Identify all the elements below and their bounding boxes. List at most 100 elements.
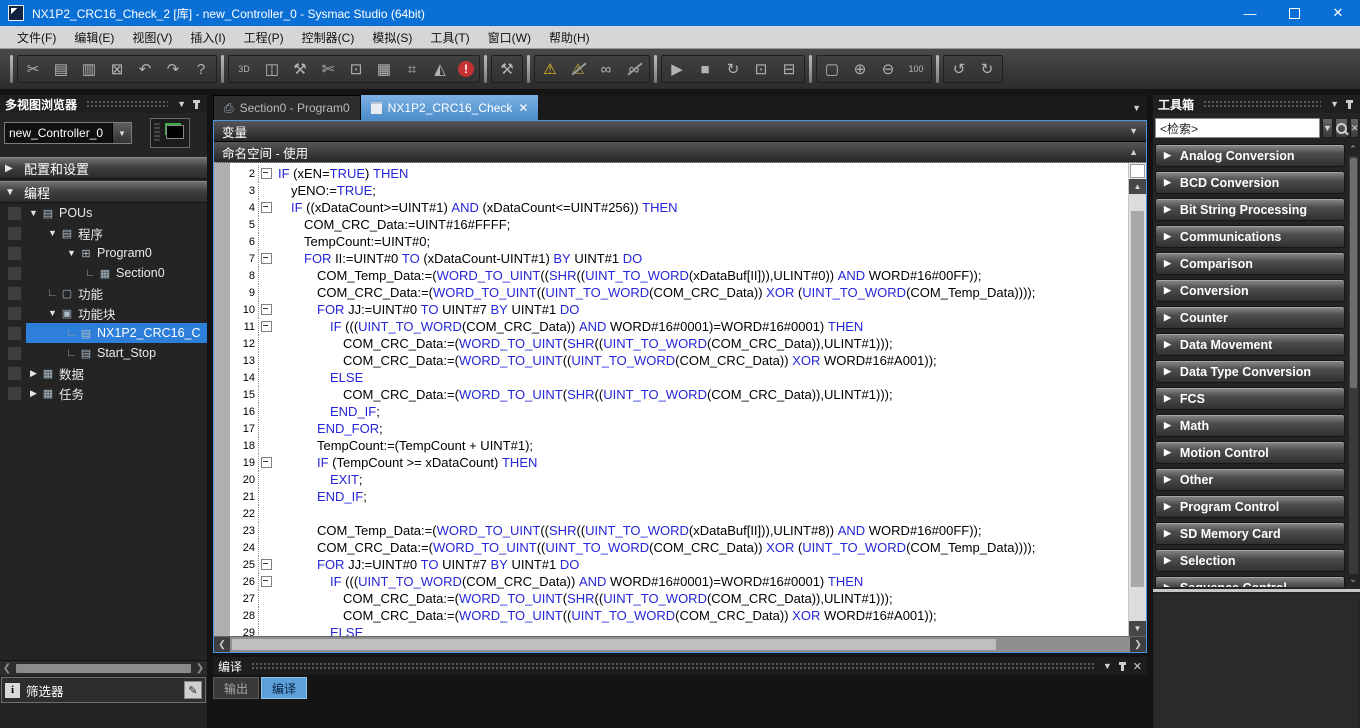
tab-nx1p2-crc16-check[interactable]: NX1P2_CRC16_Check✕	[361, 95, 539, 120]
namespace-collapse-icon[interactable]: ▲	[1129, 147, 1138, 157]
explorer-hscroll-thumb[interactable]	[16, 664, 191, 673]
fold-collapse-icon[interactable]	[261, 559, 272, 570]
variables-expand-icon[interactable]: ▼	[1129, 126, 1138, 136]
hscroll-thumb[interactable]	[232, 639, 996, 650]
tree-item--[interactable]: ▶▦数据	[0, 363, 207, 383]
zoom-fit-icon[interactable]: ▢	[822, 58, 842, 80]
restore-button[interactable]	[1272, 0, 1316, 26]
tab-close-icon[interactable]: ✕	[518, 101, 528, 115]
expander-icon[interactable]: ▶	[5, 163, 13, 174]
toolbox-category-analog-conversion[interactable]: ▶Analog Conversion	[1155, 144, 1345, 167]
tree-section-configuration[interactable]: ▶配置和设置	[0, 157, 207, 179]
expander-icon[interactable]: ▼	[46, 308, 59, 318]
vscroll-thumb[interactable]	[1131, 211, 1144, 587]
tree-item-start-stop[interactable]: ∟▤Start_Stop	[0, 343, 207, 363]
toolbox-search-input[interactable]	[1155, 118, 1320, 138]
watch-window-icon[interactable]: ⊡	[346, 58, 366, 80]
tree-item-program0[interactable]: ▼⊞Program0	[0, 243, 207, 263]
toolbox-vscrollbar[interactable]: ⌃ ⌄	[1346, 143, 1360, 587]
editor-vscrollbar[interactable]: ▲ ▼	[1128, 163, 1146, 636]
3d-view-icon[interactable]: 3D	[234, 58, 254, 80]
redo-icon[interactable]: ↷	[163, 58, 183, 80]
expander-icon[interactable]: ▼	[5, 187, 15, 198]
menu-item-v[interactable]: 视图(V)	[123, 26, 181, 48]
menu-item-c[interactable]: 控制器(C)	[293, 26, 364, 48]
zoom-100-icon[interactable]: 100	[906, 58, 926, 80]
tab-list-dropdown-icon[interactable]: ▼	[1132, 103, 1141, 113]
toolbox-category-math[interactable]: ▶Math	[1155, 414, 1345, 437]
toolbox-scroll-thumb[interactable]	[1350, 158, 1357, 388]
toolbox-category-data-type-conversion[interactable]: ▶Data Type Conversion	[1155, 360, 1345, 383]
menu-item-e[interactable]: 编辑(E)	[65, 26, 123, 48]
explorer-pin-icon[interactable]	[195, 100, 198, 109]
scroll-down-icon[interactable]: ▼	[1129, 621, 1146, 636]
expander-icon[interactable]: ▶	[27, 368, 40, 379]
tree-item-section0[interactable]: ∟▦Section0	[0, 263, 207, 283]
help-icon[interactable]: ?	[191, 58, 211, 80]
expander-icon[interactable]: ▼	[27, 208, 40, 218]
fold-collapse-icon[interactable]	[261, 168, 272, 179]
search-dropdown-icon[interactable]: ▼	[1322, 118, 1333, 138]
filter-bar[interactable]: i 筛选器 ✎	[1, 677, 206, 703]
watch-off-icon[interactable]: ∞	[624, 58, 644, 80]
monitor-1-icon[interactable]: ⊡	[751, 58, 771, 80]
search-go-button[interactable]	[1335, 118, 1348, 138]
tab-section0-program0[interactable]: ⎙Section0 - Program0	[213, 95, 361, 120]
toolbox-category-sequence-control[interactable]: ▶Sequence Control	[1155, 576, 1345, 587]
monitor-2-icon[interactable]: ⊟	[779, 58, 799, 80]
toolbox-category-conversion[interactable]: ▶Conversion	[1155, 279, 1345, 302]
data-trace-icon[interactable]: ⌗	[402, 58, 422, 80]
zoom-in-icon[interactable]: ⊕	[850, 58, 870, 80]
toolbox-scroll-track[interactable]	[1349, 156, 1358, 574]
toolbox-menu-icon[interactable]: ▼	[1330, 99, 1339, 109]
build-pin-icon[interactable]	[1121, 662, 1124, 671]
splitter-grip[interactable]	[1130, 164, 1145, 178]
rebuild-icon[interactable]: ⚒	[497, 58, 517, 80]
run-icon[interactable]: ▶	[667, 58, 687, 80]
toolbox-category-selection[interactable]: ▶Selection	[1155, 549, 1345, 572]
snippet-icon[interactable]: ✄	[318, 58, 338, 80]
scroll-right-icon[interactable]: ❯	[1130, 637, 1146, 652]
toolbox-pin-icon[interactable]	[1348, 100, 1351, 109]
menu-item-w[interactable]: 窗口(W)	[479, 26, 540, 48]
abort-icon[interactable]: !	[458, 61, 474, 77]
toolbox-category-sd-memory-card[interactable]: ▶SD Memory Card	[1155, 522, 1345, 545]
toolbox-category-program-control[interactable]: ▶Program Control	[1155, 495, 1345, 518]
scroll-left-icon[interactable]: ❮	[0, 663, 14, 674]
toolbox-category-fcs[interactable]: ▶FCS	[1155, 387, 1345, 410]
build-close-icon[interactable]: ✕	[1133, 660, 1142, 673]
expander-icon[interactable]: ▼	[46, 228, 59, 238]
tree-item--[interactable]: ∟▢功能	[0, 283, 207, 303]
vscroll-track[interactable]	[1129, 194, 1146, 621]
fold-collapse-icon[interactable]	[261, 457, 272, 468]
window-layout-icon[interactable]: ◫	[262, 58, 282, 80]
scroll-up-icon[interactable]: ▲	[1129, 179, 1146, 194]
toolbox-category-motion-control[interactable]: ▶Motion Control	[1155, 441, 1345, 464]
expander-icon[interactable]: ▼	[65, 248, 78, 258]
fold-collapse-icon[interactable]	[261, 253, 272, 264]
toolbox-category-comparison[interactable]: ▶Comparison	[1155, 252, 1345, 275]
controller-select[interactable]: new_Controller_0 ▼	[4, 122, 132, 144]
scroll-down-icon[interactable]: ⌄	[1349, 574, 1357, 586]
stop-icon[interactable]: ■	[695, 58, 715, 80]
toolbox-category-bit-string-processing[interactable]: ▶Bit String Processing	[1155, 198, 1345, 221]
toolbox-category-counter[interactable]: ▶Counter	[1155, 306, 1345, 329]
sync-icon[interactable]: ↻	[723, 58, 743, 80]
menu-item-p[interactable]: 工程(P)	[235, 26, 293, 48]
build-tab-output[interactable]: 输出	[213, 677, 259, 699]
explorer-hscrollbar[interactable]: ❮ ❯	[0, 660, 207, 675]
editor-hscrollbar[interactable]: ❮ ❯	[214, 636, 1146, 652]
toolbox-category-data-movement[interactable]: ▶Data Movement	[1155, 333, 1345, 356]
build-tab-build[interactable]: 编译	[261, 677, 307, 699]
search-icon[interactable]: ◭	[430, 58, 450, 80]
io-map-icon[interactable]: ▦	[374, 58, 394, 80]
toolbox-category-bcd-conversion[interactable]: ▶BCD Conversion	[1155, 171, 1345, 194]
fold-collapse-icon[interactable]	[261, 202, 272, 213]
menu-item-f[interactable]: 文件(F)	[8, 26, 65, 48]
scroll-left-icon[interactable]: ❮	[214, 637, 230, 652]
jump-back-icon[interactable]: ↺	[949, 58, 969, 80]
build-tool-icon[interactable]: ⚒	[290, 58, 310, 80]
scroll-up-icon[interactable]: ⌃	[1349, 144, 1357, 156]
scroll-right-icon[interactable]: ❯	[193, 663, 207, 674]
code-view[interactable]: 2IF (xEN=TRUE) THEN3yENO:=TRUE;4IF ((xDa…	[230, 163, 1128, 636]
